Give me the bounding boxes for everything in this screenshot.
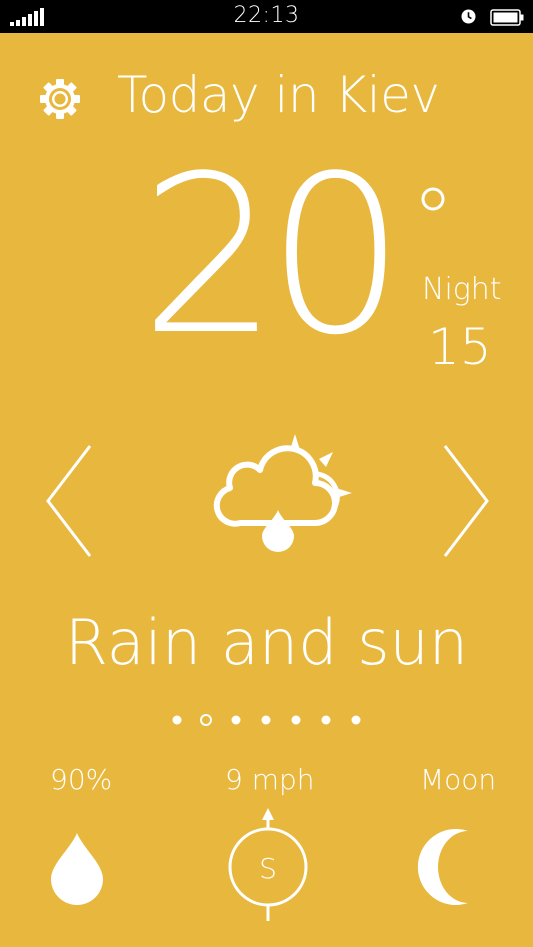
gear-icon[interactable] [38,77,82,121]
chevron-right-icon[interactable] [441,442,493,560]
page-indicator[interactable] [165,710,370,730]
page-dot [231,715,241,725]
page-dot [351,715,361,725]
wind-speed-value: 9 mph [225,763,315,796]
night-temperature: 15 [428,318,492,376]
status-bar: 22:13 [0,0,533,33]
moon-icon [417,829,468,905]
current-temperature: 20 [140,130,405,383]
night-label: Night [422,272,502,307]
page-dot [321,715,331,725]
status-time: 22:13 [233,3,300,28]
page-title: Today in Kiev [117,66,440,124]
alarm-clock-icon [461,9,476,24]
page-dot [291,715,301,725]
wind-direction-label: S [259,852,277,885]
moon-label: Moon [420,763,497,796]
raindrop-icon [51,833,103,905]
battery-icon [490,9,524,26]
humidity-value: 90% [50,763,113,796]
page-dot-active [200,714,212,726]
degree-symbol [421,187,445,211]
chevron-left-icon[interactable] [42,442,94,560]
page-dot [261,715,271,725]
cloud-rain-sun-icon [213,434,352,552]
page-dot [172,715,182,725]
weather-condition: Rain and sun [64,606,469,679]
compass-icon: S [228,808,308,921]
